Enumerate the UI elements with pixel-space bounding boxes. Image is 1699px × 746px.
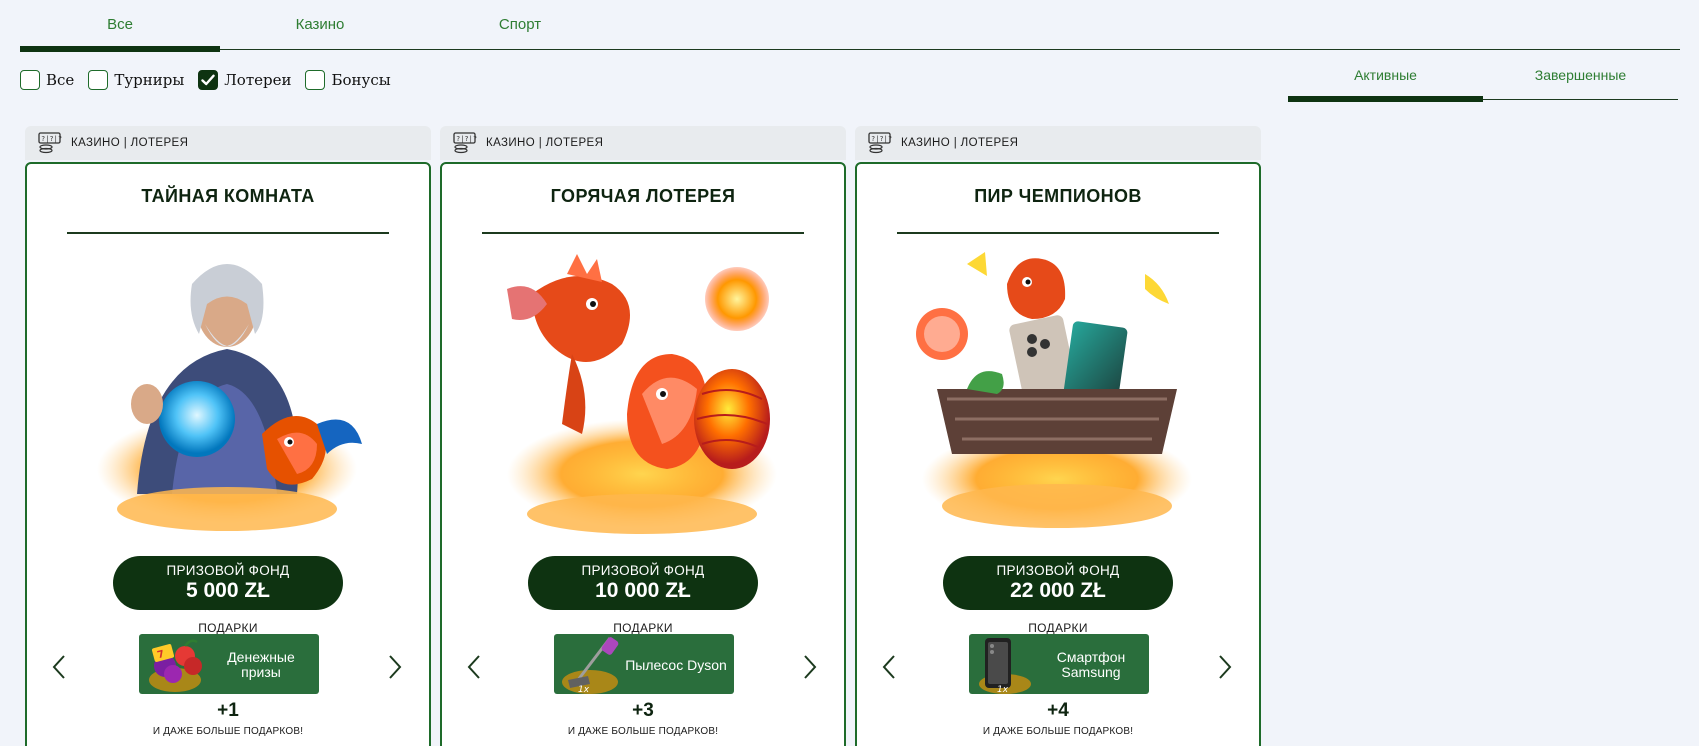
svg-text:?|?|?: ?|?|? [456, 135, 477, 143]
card-category: КАЗИНО | ЛОТЕРЕЯ [71, 137, 189, 149]
prize-fund-label: ПРИЗОВОЙ ФОНД [996, 563, 1120, 578]
card-title: ГОРЯЧАЯ ЛОТЕРЕЯ [550, 186, 736, 206]
gifts-label: ПОДАРКИ [613, 621, 673, 635]
gift-badge: 1x [997, 685, 1009, 694]
checkbox-checked[interactable] [198, 70, 219, 90]
title-divider [67, 232, 389, 234]
gift-prev-button[interactable] [47, 652, 71, 682]
card-title: ТАЙНАЯ КОМНАТА [141, 186, 315, 206]
filter-bonuses[interactable]: Бонусы [305, 70, 391, 90]
gift-item[interactable]: 1x Смартфон Samsung [969, 634, 1149, 694]
checkbox[interactable] [88, 70, 109, 90]
gifts-label: ПОДАРКИ [198, 621, 258, 635]
card-title: ПИР ЧЕМПИОНОВ [974, 186, 1142, 206]
smartphone-icon: 1x [979, 638, 1031, 694]
card-header: ?|?|? КАЗИНО | ЛОТЕРЕЯ [440, 126, 846, 160]
lottery-ticket-icon: ?|?|? [868, 132, 892, 154]
filter-all[interactable]: Все [20, 70, 74, 90]
svg-text:?|?|?: ?|?|? [41, 135, 62, 143]
basket-prizes-illustration [916, 252, 1192, 529]
filter-tournaments[interactable]: Турниры [88, 70, 184, 90]
card-header: ?|?|? КАЗИНО | ЛОТЕРЕЯ [25, 126, 431, 160]
tab-sport[interactable]: Спорт [420, 0, 620, 50]
prize-fund-badge: ПРИЗОВОЙ ФОНД 10 000 ZŁ [528, 556, 758, 610]
gift-item[interactable]: 7 Денежные призы [139, 634, 319, 694]
gift-name: Смартфон Samsung [1056, 649, 1126, 680]
more-gifts-count: +1 [217, 700, 239, 721]
prize-fund-badge: ПРИЗОВОЙ ФОНД 22 000 ZŁ [943, 556, 1173, 610]
prize-fund-value: 10 000 ZŁ [595, 579, 691, 602]
gift-badge: 1x [578, 685, 590, 694]
chevron-left-icon [52, 655, 65, 679]
lottery-ticket-icon: ?|?|? [453, 132, 477, 154]
chevron-right-icon [804, 655, 817, 679]
filter-label: Бонусы [331, 71, 391, 89]
prize-fund-label: ПРИЗОВОЙ ФОНД [581, 563, 705, 578]
tab-all[interactable]: Все [20, 0, 220, 52]
gift-prev-button[interactable] [877, 652, 901, 682]
chevron-right-icon [1219, 655, 1232, 679]
title-divider [897, 232, 1219, 234]
card-category: КАЗИНО | ЛОТЕРЕЯ [486, 137, 604, 149]
card-header: ?|?|? КАЗИНО | ЛОТЕРЕЯ [855, 126, 1261, 160]
more-gifts-text: И ДАЖЕ БОЛЬШЕ ПОДАРКОВ! [982, 726, 1134, 737]
card-body: ПИР ЧЕМПИОНОВ ПРИЗОВОЙ ФОНД 22 000 ZŁ ПО… [855, 162, 1261, 746]
filter-label: Турниры [114, 71, 185, 89]
prize-fund-value: 5 000 ZŁ [185, 579, 271, 602]
title-divider [482, 232, 804, 234]
tab-active[interactable]: Активные [1288, 56, 1483, 102]
vacuum-cleaner-icon: 1x [562, 637, 619, 694]
more-gifts-text: И ДАЖЕ БОЛЬШЕ ПОДАРКОВ! [567, 726, 719, 737]
wizard-bird-illustration [97, 264, 362, 531]
more-gifts-text: И ДАЖЕ БОЛЬШЕ ПОДАРКОВ! [152, 726, 304, 737]
prize-fund-badge: ПРИЗОВОЙ ФОНД 5 000 ZŁ [113, 556, 343, 610]
more-gifts-count: +3 [632, 700, 654, 721]
lottery-card[interactable]: ?|?|? КАЗИНО | ЛОТЕРЕЯ ГОРЯЧАЯ ЛОТЕРЕЯ П… [440, 126, 846, 746]
prize-fund-label: ПРИЗОВОЙ ФОНД [166, 563, 290, 578]
gift-name: Денежные призы [227, 649, 295, 680]
filter-label: Лотереи [224, 71, 292, 89]
tab-finished[interactable]: Завершенные [1483, 56, 1678, 100]
gift-name: Пылесос Dyson [625, 656, 727, 673]
gift-next-button[interactable] [798, 652, 822, 682]
type-filters: Все Турниры Лотереи Бонусы [20, 68, 405, 92]
gifts-label: ПОДАРКИ [1028, 621, 1088, 635]
gift-next-button[interactable] [383, 652, 407, 682]
lottery-ticket-icon: ?|?|? [38, 132, 62, 154]
more-gifts-count: +4 [1047, 700, 1069, 721]
lottery-card[interactable]: ?|?|? КАЗИНО | ЛОТЕРЕЯ ТАЙНАЯ КОМНАТА ПР… [25, 126, 431, 746]
category-tabs: Все Казино Спорт [20, 0, 1680, 52]
card-body: ГОРЯЧАЯ ЛОТЕРЕЯ ПРИЗОВОЙ ФОНД 10 000 ZŁ … [440, 162, 846, 746]
gift-next-button[interactable] [1213, 652, 1237, 682]
gift-item[interactable]: 1x Пылесос Dyson [554, 634, 734, 694]
prize-fund-value: 22 000 ZŁ [1010, 579, 1106, 602]
status-tabs: Активные Завершенные [1288, 56, 1678, 102]
gift-prev-button[interactable] [462, 652, 486, 682]
chevron-left-icon [882, 655, 895, 679]
lottery-card[interactable]: ?|?|? КАЗИНО | ЛОТЕРЕЯ ПИР ЧЕМПИОНОВ ПРИ… [855, 126, 1261, 746]
chevron-right-icon [389, 655, 402, 679]
filter-label: Все [46, 71, 75, 89]
checkbox[interactable] [20, 70, 40, 90]
checkbox[interactable] [305, 70, 326, 90]
checkmark-icon [201, 74, 215, 86]
card-category: КАЗИНО | ЛОТЕРЕЯ [901, 137, 1019, 149]
tab-casino[interactable]: Казино [220, 0, 420, 50]
chevron-left-icon [467, 655, 480, 679]
svg-text:?|?|?: ?|?|? [871, 135, 892, 143]
card-body: ТАЙНАЯ КОМНАТА ПРИЗОВОЙ ФОНД 5 000 ZŁ ПО… [25, 162, 431, 746]
dragon-egg-illustration [507, 254, 777, 534]
filter-lotteries[interactable]: Лотереи [198, 70, 291, 90]
slot-fruits-icon: 7 [149, 639, 202, 692]
